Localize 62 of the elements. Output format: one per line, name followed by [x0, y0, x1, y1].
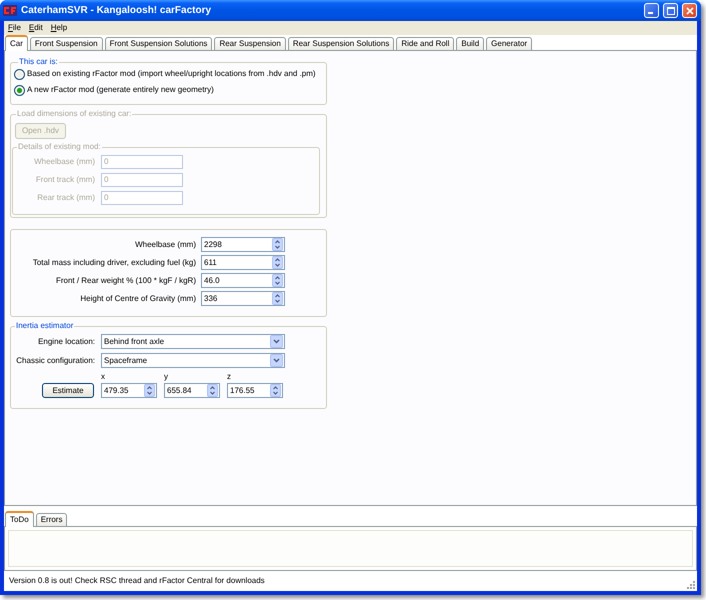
- minimize-icon: [648, 12, 653, 14]
- number-field[interactable]: 176.55: [227, 383, 283, 398]
- tab[interactable]: ToDo: [5, 511, 34, 527]
- tab[interactable]: Front Suspension: [30, 37, 103, 50]
- field-label: Wheelbase (mm): [135, 240, 196, 250]
- field-label: Engine location:: [38, 336, 95, 346]
- estimate-button[interactable]: Estimate: [42, 383, 94, 398]
- dropdown-field[interactable]: Behind front axle: [101, 334, 285, 349]
- axis-label: y: [164, 372, 169, 381]
- app-logo-icon: [3, 5, 17, 16]
- field-label: Front track (mm): [36, 175, 95, 185]
- number-field[interactable]: 46.0: [201, 273, 285, 288]
- status-text: Version 0.8 is out! Check RSC thread and rFactor Central for downloads: [9, 576, 265, 586]
- dropdown-field[interactable]: Spaceframe: [101, 353, 285, 368]
- spin-arrows-icon[interactable]: [272, 274, 283, 287]
- tab[interactable]: Build: [456, 37, 484, 50]
- field-label: Chassic configuration:: [16, 356, 95, 366]
- close-icon: [686, 6, 694, 14]
- spin-arrows-icon[interactable]: [144, 384, 155, 397]
- number-field[interactable]: 479.35: [101, 383, 157, 398]
- axis-label: z: [227, 372, 232, 381]
- menu-item[interactable]: Help: [50, 23, 68, 33]
- group-title: Details of existing mod:: [17, 142, 102, 152]
- window-title: CaterhamSVR - Kangaloosh! carFactory: [21, 4, 212, 16]
- close-button[interactable]: [682, 3, 697, 18]
- radio-label: A new rFactor mod (generate entirely new geometry): [27, 85, 214, 95]
- number-field[interactable]: 655.84: [164, 383, 220, 398]
- spin-arrows-icon[interactable]: [272, 238, 283, 251]
- group-title: Load dimensions of existing car:: [16, 109, 132, 119]
- maximize-button[interactable]: [663, 3, 678, 18]
- field-label: Total mass including driver, excluding fuel (kg): [32, 258, 196, 268]
- spin-arrows-icon[interactable]: [272, 256, 283, 269]
- tab[interactable]: Ride and Roll: [396, 37, 454, 50]
- spin-arrows-icon[interactable]: [270, 384, 281, 397]
- field-label: Rear track (mm): [37, 193, 95, 203]
- radio-button[interactable]: [14, 68, 25, 80]
- field-label: Height of Centre of Gravity (mm): [80, 294, 196, 304]
- minimize-button[interactable]: [644, 3, 659, 18]
- radio-label: Based on existing rFactor mod (import wheel/upright locations from .hdv and .pm): [27, 69, 316, 79]
- spin-arrows-icon[interactable]: [272, 292, 283, 305]
- menu-item[interactable]: File: [8, 23, 21, 33]
- maximize-icon: [666, 6, 674, 14]
- tab[interactable]: Errors: [36, 513, 68, 526]
- tab[interactable]: Rear Suspension: [214, 37, 286, 50]
- tab[interactable]: Rear Suspension Solutions: [288, 37, 394, 50]
- tab[interactable]: Generator: [486, 37, 532, 50]
- field-label: Wheelbase (mm): [34, 157, 95, 167]
- number-field[interactable]: 611: [201, 255, 285, 270]
- group-title: This car is:: [18, 57, 59, 67]
- number-field[interactable]: 336: [201, 291, 285, 306]
- tab[interactable]: Car: [5, 35, 28, 51]
- tab[interactable]: Front Suspension Solutions: [104, 37, 212, 50]
- spin-arrows-icon[interactable]: [207, 384, 218, 397]
- field-label: Front / Rear weight % (100 * kgF / kgR): [56, 276, 196, 286]
- radio-button[interactable]: [14, 84, 25, 96]
- number-field[interactable]: 2298: [201, 237, 285, 252]
- chevron-down-icon[interactable]: [270, 335, 283, 348]
- group-title: Inertia estimator: [15, 321, 74, 331]
- chevron-down-icon[interactable]: [270, 354, 283, 367]
- menu-item[interactable]: Edit: [28, 23, 43, 33]
- axis-label: x: [101, 372, 106, 381]
- resize-grip-icon[interactable]: [687, 581, 695, 589]
